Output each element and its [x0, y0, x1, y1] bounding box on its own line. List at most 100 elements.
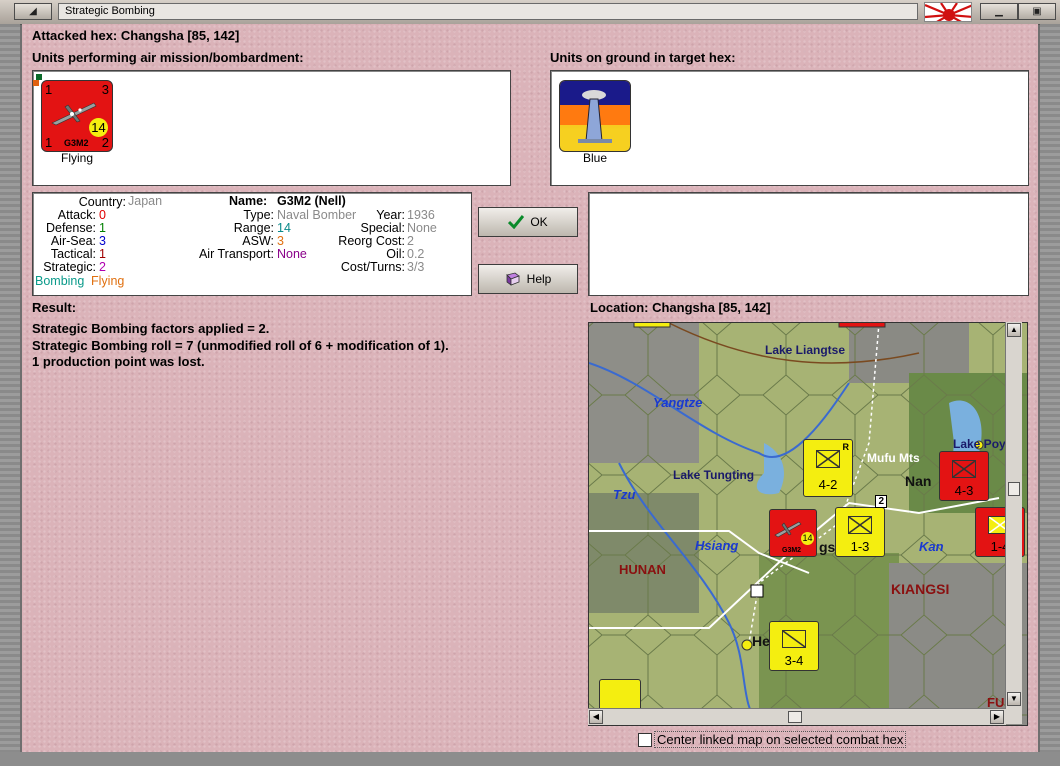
map-label-changsha: gs	[819, 539, 836, 555]
tactical-label: Tactical:	[50, 247, 96, 261]
cost-label: Cost/Turns:	[340, 260, 405, 274]
reorg-label: Reorg Cost:	[338, 234, 405, 248]
map-unit-4-2[interactable]: R 4-2	[803, 439, 853, 497]
infantry-symbol-icon	[848, 516, 872, 534]
location-label: Location: Changsha [85, 142]	[590, 300, 771, 315]
ground-units-list[interactable]: Blue	[550, 70, 1029, 186]
window-frame-left[interactable]	[0, 24, 20, 766]
counter-name: G3M2	[64, 138, 89, 148]
mission-value: Bombing	[35, 274, 85, 288]
counter-top-right: 3	[101, 82, 109, 97]
airsea-value: 3	[99, 234, 106, 248]
range-badge: 14	[801, 532, 814, 545]
asw-label: ASW:	[242, 234, 274, 248]
map-label-lake-poy: Lake Poy	[953, 437, 1006, 451]
reserve-marker: R	[842, 442, 850, 452]
year-label: Year:	[376, 208, 405, 222]
air-units-list[interactable]: 1 3 14 G3M2 1 2 Flying	[32, 70, 511, 186]
system-menu-button[interactable]: ◢	[14, 3, 52, 20]
bomber-icon	[774, 521, 802, 538]
attacked-hex-title: Attacked hex: Changsha [85, 142]	[32, 28, 240, 43]
minimize-button[interactable]: ▁	[980, 3, 1018, 20]
defense-label: Defense:	[45, 221, 96, 235]
map-label-kiangsi: KIANGSI	[891, 581, 950, 597]
infantry-symbol-icon	[816, 450, 840, 468]
map-label-lake-liangtse: Lake Liangtse	[765, 343, 846, 357]
counter-bottom-right: 2	[101, 135, 109, 150]
oil-label: Oil:	[386, 247, 405, 261]
map-unit-offscreen-2[interactable]	[838, 323, 886, 328]
hq-marker-icon	[750, 584, 764, 598]
stack-count-badge: 2	[875, 495, 887, 508]
map-label-hsiang: Hsiang	[695, 538, 739, 553]
airsea-label: Air-Sea:	[50, 234, 96, 248]
type-label: Type:	[243, 208, 274, 222]
factory-unit-counter[interactable]	[559, 80, 631, 152]
result-line-2: Strategic Bombing roll = 7 (unmodified r…	[32, 338, 449, 353]
oil-value: 0.2	[407, 247, 425, 261]
map-unit-offscreen[interactable]	[633, 323, 671, 328]
map-unit-4-3[interactable]: 4-3	[939, 451, 989, 501]
result-label: Result:	[32, 300, 77, 315]
maximize-button[interactable]: ▣	[1018, 3, 1056, 20]
help-label: Help	[526, 272, 552, 286]
country-value: Japan	[128, 194, 163, 208]
name-value: G3M2 (Nell)	[277, 194, 346, 208]
ok-button[interactable]: OK	[478, 207, 578, 237]
scroll-up-button[interactable]: ▲	[1007, 323, 1021, 337]
infantry-symbol-icon	[952, 460, 976, 478]
name-label: Name:	[229, 194, 268, 208]
dialog-panel: Attacked hex: Changsha [85, 142] Units p…	[22, 24, 1038, 752]
asw-value: 3	[277, 234, 284, 248]
map-label-nanchang: Nan	[905, 473, 932, 489]
cavalry-symbol-icon	[782, 630, 806, 648]
range-label: Range:	[233, 221, 274, 235]
center-map-label[interactable]: Center linked map on selected combat hex	[654, 731, 907, 748]
counter-top-left: 1	[45, 82, 53, 97]
map-label-hunan: HUNAN	[619, 562, 666, 577]
vertical-scroll-thumb[interactable]	[1008, 482, 1020, 496]
center-map-checkbox[interactable]	[638, 733, 652, 747]
unit-strength: 4-3	[954, 483, 974, 498]
map-unit-1-3[interactable]: 2 1-3	[835, 495, 887, 557]
help-button[interactable]: Help	[478, 264, 578, 294]
tactical-value: 1	[99, 247, 106, 261]
window-frame-right[interactable]	[1040, 24, 1060, 766]
map-horizontal-scrollbar[interactable]: ◀ ▶	[588, 708, 1006, 725]
map-vertical-scrollbar[interactable]: ▲ ▼	[1005, 322, 1022, 708]
ok-label: OK	[530, 215, 548, 229]
factory-icon	[560, 81, 630, 143]
scroll-right-button[interactable]: ▶	[990, 710, 1004, 724]
year-value: 1936	[407, 208, 435, 222]
unit-strength: 4-2	[818, 477, 838, 492]
scroll-down-button[interactable]: ▼	[1007, 692, 1021, 706]
map-label-mufu: Mufu Mts	[867, 451, 920, 465]
map-label-lake-tungting: Lake Tungting	[673, 468, 755, 482]
unit-details-panel: Country: Japan Attack: 0 Defense: 1 Air-…	[32, 192, 472, 296]
checkmark-icon	[508, 215, 525, 229]
result-line-3: 1 production point was lost.	[32, 354, 205, 369]
strategic-label: Strategic:	[43, 260, 96, 274]
map-unit-3-4[interactable]: 3-4	[769, 621, 819, 671]
window-title: Strategic Bombing	[58, 3, 918, 20]
unit-strength: 3-4	[784, 653, 804, 668]
result-line-1: Strategic Bombing factors applied = 2.	[32, 321, 270, 336]
map-view[interactable]: Lake Liangtse Yangtze Lake Tungting Tzu …	[588, 322, 1028, 726]
mission-status-value: Flying	[91, 274, 125, 288]
window-frame-bottom[interactable]	[0, 752, 1060, 766]
info-panel	[588, 192, 1029, 296]
air-transport-value: None	[277, 247, 307, 261]
unit-name: G3M2	[782, 547, 802, 554]
map-unit-g3m2[interactable]: 14 G3M2	[769, 509, 817, 557]
g3m2-unit-counter[interactable]: 1 3 14 G3M2 1 2	[41, 80, 113, 152]
help-book-icon	[505, 272, 520, 286]
scroll-left-button[interactable]: ◀	[589, 710, 603, 724]
air-transport-label: Air Transport:	[198, 247, 274, 261]
special-value: None	[407, 221, 437, 235]
reorg-value: 2	[407, 234, 414, 248]
strategic-value: 2	[99, 260, 106, 274]
unit-strength: 1-3	[850, 539, 870, 554]
map-label-yangtze: Yangtze	[653, 395, 703, 410]
country-label: Country:	[78, 195, 126, 209]
horizontal-scroll-thumb[interactable]	[788, 711, 802, 723]
